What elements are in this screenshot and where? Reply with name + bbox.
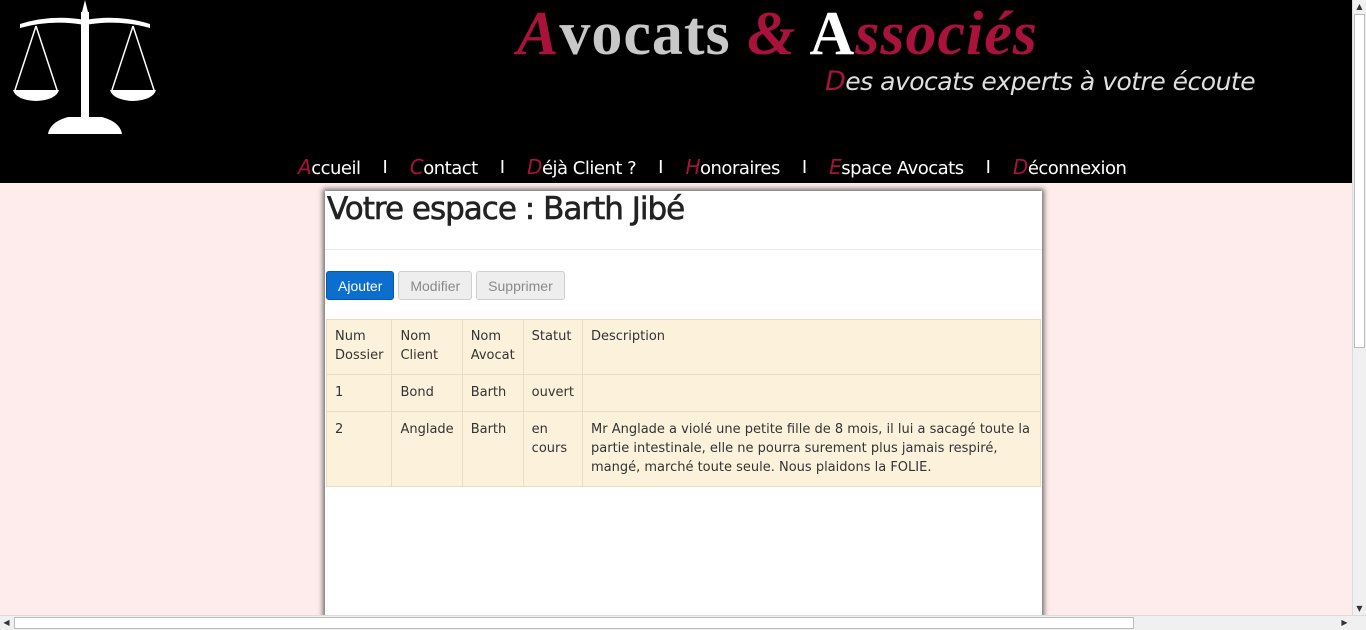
scroll-down-arrow-icon[interactable]: ▼: [1353, 602, 1366, 615]
nav-item-espace-avocats[interactable]: Espace Avocats: [829, 155, 964, 179]
nav-item-deconnexion[interactable]: Déconnexion: [1013, 155, 1127, 179]
edit-button[interactable]: Modifier: [398, 271, 473, 300]
table-cell: Barth: [461, 374, 524, 412]
title-word-associes: ssociés: [855, 0, 1038, 68]
nav-item-contact[interactable]: Contact: [410, 155, 478, 179]
nav-item-honoraires[interactable]: Honoraires: [685, 155, 780, 179]
table-cell: en cours: [522, 411, 584, 487]
main-panel: Votre espace : Barth Jibé Ajouter Modifi…: [325, 191, 1042, 621]
delete-button[interactable]: Supprimer: [476, 271, 565, 300]
page-title: Votre espace : Barth Jibé: [327, 191, 686, 228]
nav-item-accueil[interactable]: Accueil: [298, 155, 361, 179]
nav-item-deja-client[interactable]: Déjà Client ?: [527, 155, 637, 179]
table-cell: ouvert: [522, 374, 584, 412]
table-cell: Anglade: [391, 411, 463, 487]
column-header: Num Dossier: [325, 319, 393, 375]
site-header: Avocats & Associés Des avocats experts à…: [0, 0, 1352, 183]
column-header: Statut: [522, 319, 584, 375]
nav-separator: I: [658, 156, 664, 178]
table-cell: 1: [325, 374, 393, 412]
action-toolbar: Ajouter Modifier Supprimer: [326, 271, 565, 300]
column-header: Nom Avocat: [461, 319, 524, 375]
site-title: Avocats & Associés: [517, 0, 1038, 74]
table-row[interactable]: 2 Anglade Barth en cours Mr Anglade a vi…: [325, 411, 1041, 487]
divider: [325, 249, 1042, 250]
scroll-right-arrow-icon[interactable]: ▶: [1338, 616, 1351, 630]
title-initial-a2: A: [809, 0, 856, 68]
vertical-scroll-thumb[interactable]: [1354, 14, 1365, 348]
tagline-text: es avocats experts à votre écoute: [845, 67, 1256, 96]
table-cell: [582, 374, 1041, 412]
column-header: Nom Client: [391, 319, 463, 375]
site-tagline: Des avocats experts à votre écoute: [825, 66, 1256, 97]
tagline-initial: D: [825, 66, 846, 97]
nav-separator: I: [382, 156, 388, 178]
dossiers-table: Num Dossier Nom Client Nom Avocat Statut…: [325, 319, 1041, 487]
scales-of-justice-icon[interactable]: [12, 0, 158, 136]
table-row[interactable]: 1 Bond Barth ouvert: [325, 374, 1041, 412]
table-cell: Mr Anglade a violé une petite fille de 8…: [582, 411, 1041, 487]
add-button[interactable]: Ajouter: [326, 271, 395, 300]
scroll-left-arrow-icon[interactable]: ◀: [0, 616, 13, 630]
table-cell: Barth: [461, 411, 524, 487]
title-ampersand: &: [747, 0, 797, 68]
scroll-up-arrow-icon[interactable]: ▲: [1353, 0, 1366, 13]
vertical-scrollbar[interactable]: ▲ ▼: [1352, 0, 1366, 615]
title-word-avocats: vocats: [559, 0, 731, 68]
table-cell: Bond: [391, 374, 463, 412]
column-header: Description: [582, 319, 1041, 375]
nav-separator: I: [985, 156, 991, 178]
nav-separator: I: [499, 156, 506, 178]
table-header-row: Num Dossier Nom Client Nom Avocat Statut…: [325, 319, 1041, 375]
nav-separator: I: [801, 156, 808, 178]
title-initial-a: A: [517, 0, 560, 68]
horizontal-scroll-thumb[interactable]: [14, 617, 1134, 629]
horizontal-scrollbar[interactable]: ◀ ▶: [0, 615, 1366, 630]
table-cell: 2: [325, 411, 393, 487]
main-nav: Accueil I Contact I Déjà Client ? I Hono…: [298, 154, 1127, 180]
